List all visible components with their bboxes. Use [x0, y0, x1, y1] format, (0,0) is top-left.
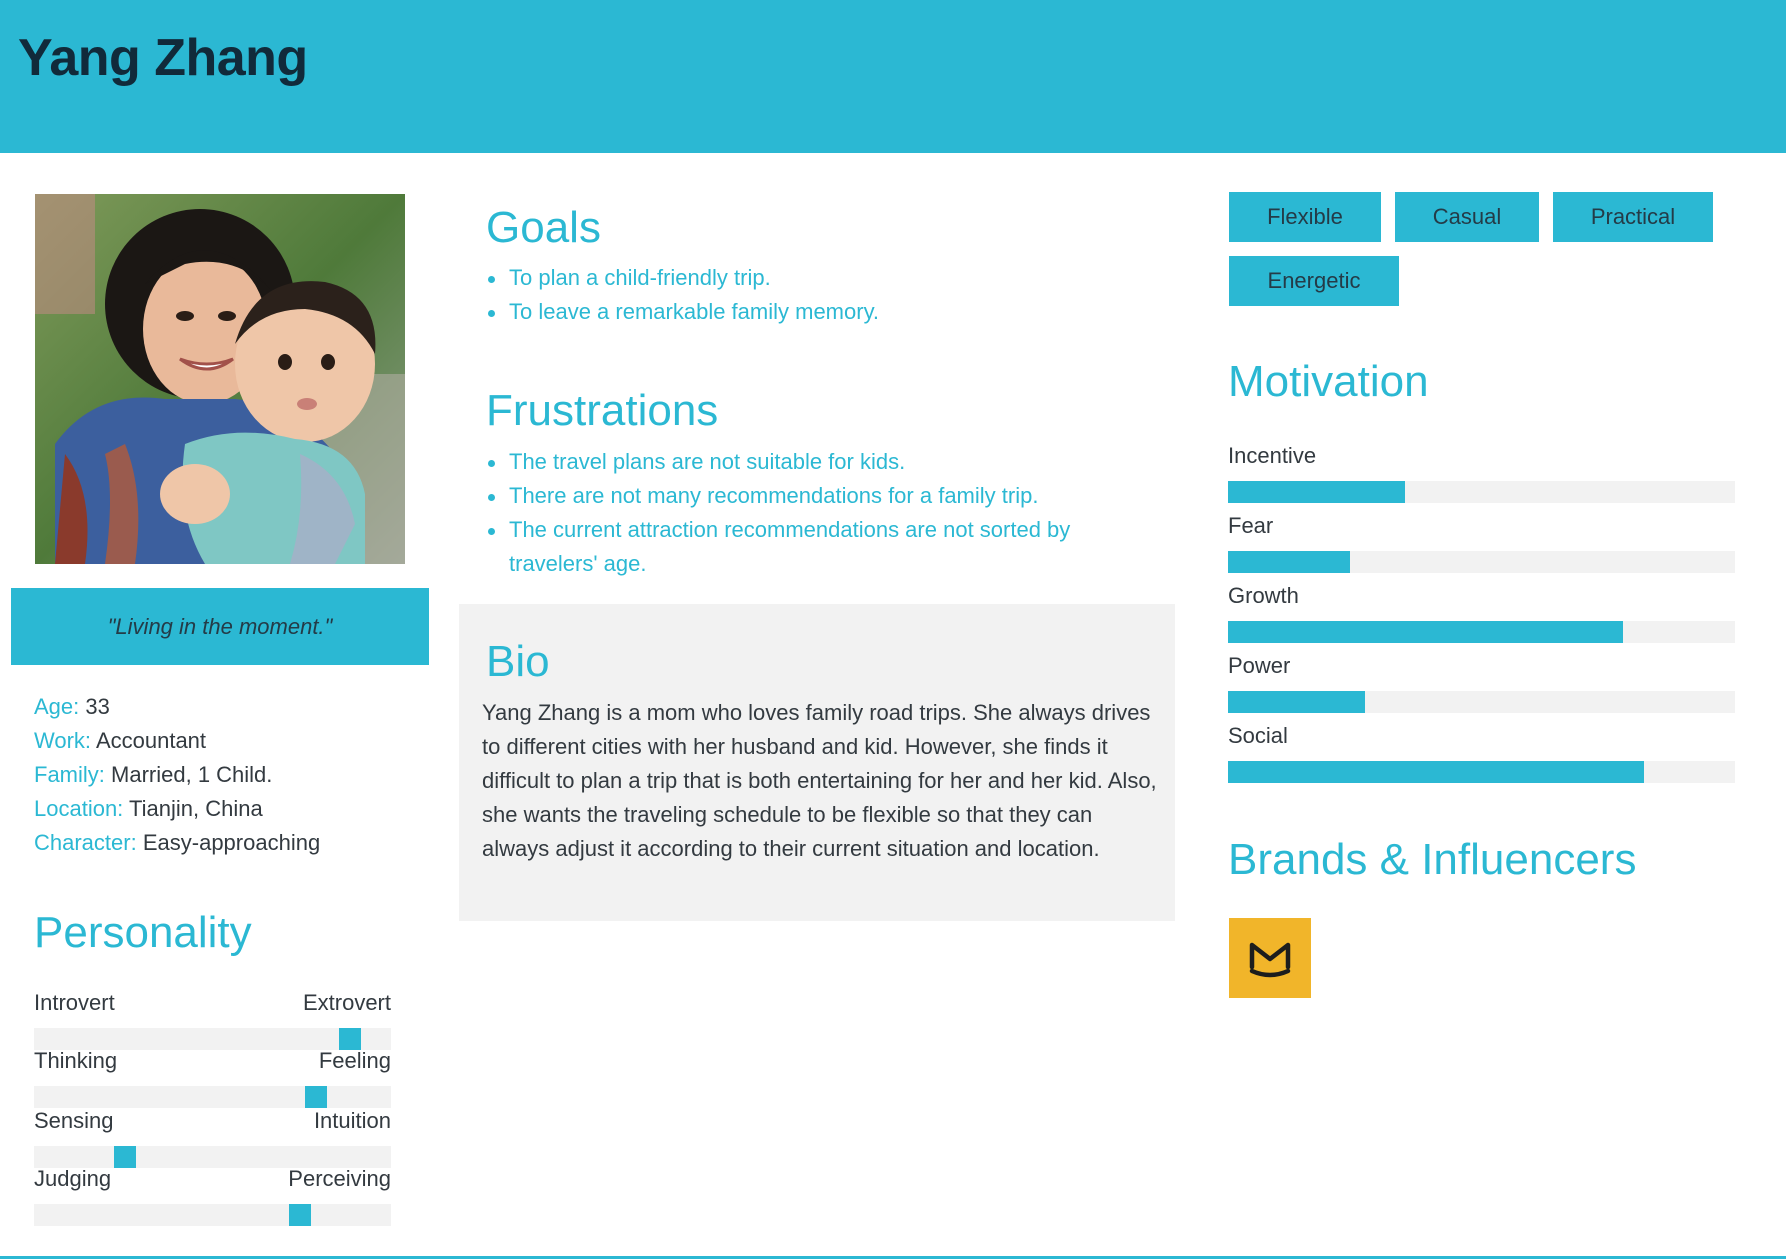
list-item: There are not many recommendations for a… [486, 479, 1146, 513]
motivation-track [1228, 551, 1735, 573]
motivation-track [1228, 691, 1735, 713]
scale-marker [114, 1146, 136, 1168]
scale-marker [339, 1028, 361, 1050]
scale-track [34, 1028, 391, 1050]
header-banner: Yang Zhang [0, 0, 1786, 153]
tag-practical: Practical [1553, 192, 1713, 242]
scale-track [34, 1086, 391, 1108]
scale-left-label: Judging [34, 1166, 112, 1191]
scale-right-label: Feeling [318, 1048, 391, 1073]
frustrations-title: Frustrations [486, 386, 719, 435]
scale-left-label: Introvert [34, 990, 115, 1015]
personality-scale: Judging Perceiving [34, 1166, 391, 1226]
tag-casual: Casual [1395, 192, 1539, 242]
fact-character: Character: Easy-approaching [34, 830, 321, 855]
list-item: The current attraction recommendations a… [486, 513, 1146, 581]
motivation-label: Social [1228, 723, 1288, 748]
motivation-track [1228, 621, 1735, 643]
scale-track [34, 1204, 391, 1226]
persona-name: Yang Zhang [18, 29, 308, 87]
tag-flexible: Flexible [1229, 192, 1381, 242]
list-item: To plan a child-friendly trip. [486, 261, 1146, 295]
motivation-track [1228, 761, 1735, 783]
motivation-bar: Growth [1228, 583, 1735, 643]
brands-title: Brands & Influencers [1228, 835, 1637, 884]
motivation-fill [1228, 761, 1644, 783]
persona-quote: "Living in the moment." [11, 588, 429, 665]
bio-title: Bio [486, 637, 550, 686]
scale-left-label: Thinking [34, 1048, 118, 1073]
fact-work: Work: Accountant [34, 728, 207, 753]
motivation-track [1228, 481, 1735, 503]
motivation-fill [1228, 691, 1365, 713]
bottom-divider [0, 1256, 1786, 1259]
motivation-fill [1228, 551, 1350, 573]
personality-scale: Sensing Intuition [34, 1108, 391, 1168]
goals-title: Goals [486, 203, 601, 252]
motivation-title: Motivation [1228, 357, 1429, 406]
personality-scale: Thinking Feeling [34, 1048, 391, 1108]
scale-marker [289, 1204, 311, 1226]
motivation-bar: Power [1228, 653, 1735, 713]
tag-energetic: Energetic [1229, 256, 1399, 306]
motivation-bar: Fear [1228, 513, 1735, 573]
list-item: To leave a remarkable family memory. [486, 295, 1146, 329]
frustrations-list: The travel plans are not suitable for ki… [486, 445, 1146, 581]
scale-track [34, 1146, 391, 1168]
list-item: The travel plans are not suitable for ki… [486, 445, 1146, 479]
motivation-bar: Incentive [1228, 443, 1735, 503]
persona-facts: Age: 33 Work: Accountant Family: Married… [34, 690, 414, 860]
motivation-fill [1228, 621, 1624, 643]
scale-right-label: Extrovert [302, 990, 391, 1015]
scale-right-label: Perceiving [288, 1166, 391, 1191]
bio-text: Yang Zhang is a mom who loves family roa… [482, 700, 1157, 861]
scale-marker [305, 1086, 327, 1108]
motivation-label: Incentive [1228, 443, 1317, 468]
personality-title: Personality [34, 908, 252, 957]
motivation-label: Fear [1228, 513, 1274, 538]
motivation-label: Growth [1228, 583, 1299, 608]
motivation-label: Power [1228, 653, 1291, 678]
motivation-fill [1228, 481, 1406, 503]
mafengwo-logo-icon[interactable] [1229, 918, 1311, 998]
goals-list: To plan a child-friendly trip. To leave … [486, 261, 1146, 329]
fact-age: Age: 33 [34, 694, 110, 719]
fact-location: Location: Tianjin, China [34, 796, 263, 821]
fact-family: Family: Married, 1 Child. [34, 762, 273, 787]
bio-panel: Bio Yang Zhang is a mom who loves family… [459, 604, 1175, 921]
persona-photo [35, 194, 405, 564]
personality-scale: Introvert Extrovert [34, 990, 391, 1050]
motivation-bar: Social [1228, 723, 1735, 783]
scale-left-label: Sensing [34, 1108, 114, 1133]
scale-right-label: Intuition [313, 1108, 391, 1133]
